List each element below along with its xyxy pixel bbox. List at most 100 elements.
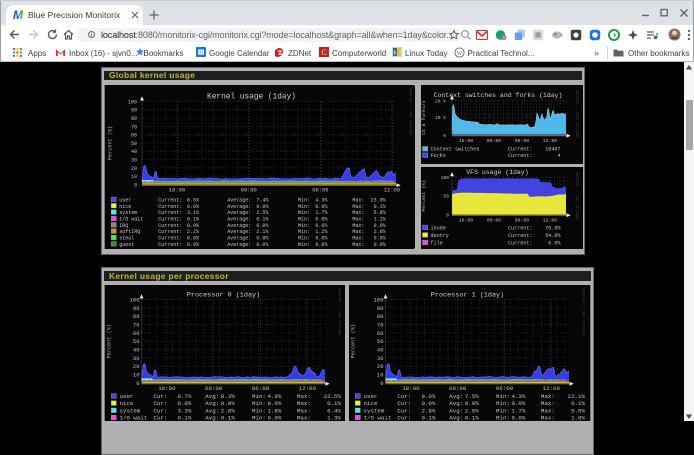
- svg-text:Average:: Average:: [227, 197, 251, 203]
- svg-text:18:00: 18:00: [158, 385, 176, 392]
- svg-text:Average:: Average:: [227, 229, 251, 235]
- svg-text:Min:: Min:: [298, 216, 310, 222]
- svg-text:Max:: Max:: [297, 393, 311, 400]
- svg-text:Current:: Current:: [158, 197, 182, 203]
- svg-text:0.1%: 0.1%: [327, 400, 341, 407]
- svg-text:18:00: 18:00: [459, 138, 474, 144]
- svg-text:Max:: Max:: [352, 229, 364, 235]
- svg-text:Avg:: Avg:: [205, 407, 219, 414]
- svg-text:10 k: 10 k: [435, 115, 446, 121]
- svg-text:20: 20: [377, 363, 384, 370]
- svg-text:10: 10: [377, 372, 384, 379]
- svg-text:Max:: Max:: [352, 223, 364, 229]
- svg-text:60: 60: [133, 330, 140, 337]
- svg-text:Current:: Current:: [508, 153, 532, 159]
- svg-text:Max:: Max:: [352, 204, 364, 210]
- svg-text:Max:: Max:: [352, 242, 364, 248]
- svg-text:Cur:: Cur:: [153, 415, 167, 422]
- svg-text:0.0%: 0.0%: [548, 240, 561, 246]
- svg-text:Average:: Average:: [227, 242, 251, 248]
- svg-text:80: 80: [131, 116, 137, 122]
- svg-text:22.5%: 22.5%: [324, 393, 342, 400]
- svg-text:6.4%: 6.4%: [327, 407, 341, 414]
- svg-text:Average:: Average:: [227, 236, 251, 242]
- svg-text:5.5%: 5.5%: [571, 407, 585, 414]
- svg-text:Min:: Min:: [252, 407, 266, 414]
- svg-text:guest: guest: [119, 242, 134, 248]
- svg-text:50: 50: [443, 194, 449, 200]
- svg-text:12:00: 12:00: [384, 188, 400, 194]
- svg-text:00:00: 00:00: [205, 385, 223, 392]
- svg-text:Cur:: Cur:: [153, 407, 167, 414]
- svg-text:Current:: Current:: [158, 236, 182, 242]
- svg-text:Average:: Average:: [227, 223, 251, 229]
- svg-text:20 k: 20 k: [435, 98, 446, 104]
- svg-text:2.2%: 2.2%: [187, 229, 199, 235]
- svg-text:0.0%: 0.0%: [374, 223, 386, 229]
- svg-text:0.0%: 0.0%: [315, 216, 327, 222]
- svg-text:0.5%: 0.5%: [187, 197, 199, 203]
- svg-text:06:00: 06:00: [312, 188, 328, 194]
- svg-text:Min:: Min:: [298, 229, 310, 235]
- svg-text:54.0%: 54.0%: [545, 233, 561, 239]
- svg-text:0.0%: 0.0%: [315, 204, 327, 210]
- svg-text:0.1%: 0.1%: [256, 216, 268, 222]
- svg-text:nice: nice: [364, 400, 378, 407]
- svg-text:Current:: Current:: [158, 229, 182, 235]
- svg-text:100: 100: [374, 296, 384, 303]
- svg-text:1.2%: 1.2%: [315, 229, 327, 235]
- svg-text:Context switches: Context switches: [431, 147, 480, 153]
- svg-text:00:00: 00:00: [487, 218, 502, 224]
- svg-text:100: 100: [441, 175, 450, 181]
- svg-text:inode: inode: [431, 225, 446, 231]
- svg-text:60: 60: [377, 330, 384, 337]
- svg-text:12:00: 12:00: [543, 218, 558, 224]
- svg-text:0: 0: [443, 133, 446, 139]
- svg-text:30: 30: [133, 355, 140, 362]
- svg-text:Avg:: Avg:: [205, 415, 219, 422]
- svg-text:Percent (%): Percent (%): [421, 180, 427, 212]
- svg-text:W: W: [457, 51, 463, 57]
- svg-text:9.7%: 9.7%: [177, 393, 191, 400]
- svg-text:100: 100: [128, 99, 137, 105]
- svg-text:12:00: 12:00: [543, 385, 561, 392]
- svg-text:2.6%: 2.6%: [374, 229, 386, 235]
- svg-text:50: 50: [131, 141, 137, 147]
- svg-text:06:00: 06:00: [515, 218, 530, 224]
- svg-text:Max:: Max:: [541, 400, 555, 407]
- svg-text:4.9%: 4.9%: [267, 393, 281, 400]
- svg-text:12:00: 12:00: [543, 138, 558, 144]
- svg-text:nice: nice: [120, 400, 134, 407]
- svg-text:06:00: 06:00: [515, 138, 530, 144]
- svg-text:0.0%: 0.0%: [256, 242, 268, 248]
- svg-text:Min:: Min:: [298, 236, 310, 242]
- svg-text:Current:: Current:: [158, 223, 182, 229]
- svg-text:4.3%: 4.3%: [315, 197, 327, 203]
- svg-text:Avg:: Avg:: [205, 393, 219, 400]
- svg-text:20: 20: [133, 363, 140, 370]
- svg-text:Current:: Current:: [158, 210, 182, 216]
- svg-text:2.5%: 2.5%: [256, 210, 268, 216]
- svg-text:Min:: Min:: [252, 415, 266, 422]
- svg-text:0.0%: 0.0%: [267, 415, 281, 422]
- svg-text:Min:: Min:: [298, 242, 310, 248]
- svg-text:9.0%: 9.0%: [421, 393, 435, 400]
- svg-text:3.1%: 3.1%: [187, 210, 199, 216]
- svg-text:2.5%: 2.5%: [465, 407, 479, 414]
- svg-text:00:00: 00:00: [487, 138, 502, 144]
- svg-text:Min:: Min:: [298, 204, 310, 210]
- svg-text:RRDTOOL / TOBI OETIKER: RRDTOOL / TOBI OETIKER: [574, 172, 579, 220]
- svg-text:0.1%: 0.1%: [465, 415, 479, 422]
- svg-text:Max:: Max:: [541, 393, 555, 400]
- svg-text:1.0%: 1.0%: [571, 415, 585, 422]
- svg-text:31: 31: [198, 50, 204, 56]
- svg-text:C: C: [321, 48, 326, 57]
- svg-text:0.0%: 0.0%: [177, 400, 191, 407]
- svg-text:Processor 1 (1day): Processor 1 (1day): [431, 292, 504, 300]
- svg-text:0.0%: 0.0%: [187, 236, 199, 242]
- svg-text:user: user: [364, 393, 378, 400]
- svg-text:10407: 10407: [545, 147, 560, 153]
- svg-text:50: 50: [377, 338, 384, 345]
- svg-text:file: file: [431, 240, 443, 246]
- svg-text:RRDTOOL / TOBI OETIKER: RRDTOOL / TOBI OETIKER: [337, 288, 342, 336]
